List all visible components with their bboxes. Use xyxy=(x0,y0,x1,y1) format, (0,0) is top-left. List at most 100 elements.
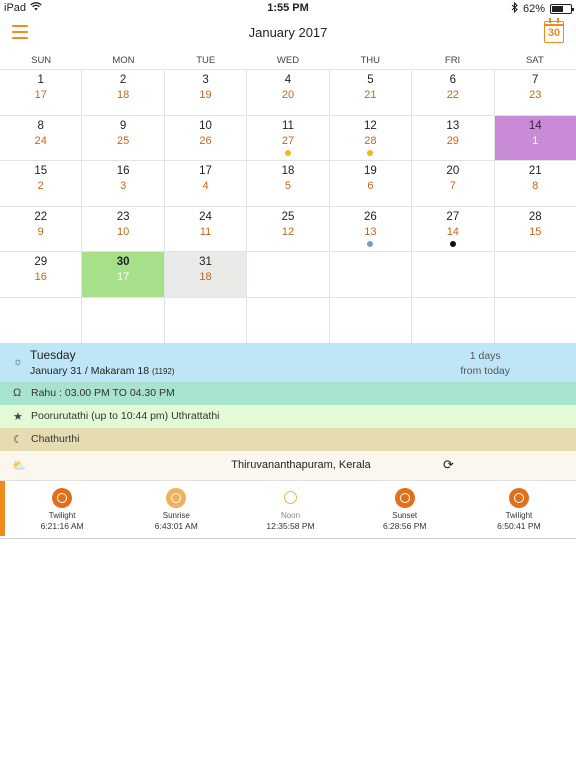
days-from-today: 1 days from today xyxy=(460,349,510,379)
gregorian-date: 10 xyxy=(199,119,212,132)
calendar-day-cell[interactable]: 218 xyxy=(82,70,165,115)
calendar-day-cell[interactable]: 26 13 xyxy=(330,206,413,252)
calendar-day-cell[interactable]: 23 10 xyxy=(82,206,165,252)
location-row[interactable]: ⛅ Thiruvananthapuram, Kerala ⟳ xyxy=(0,451,576,481)
calendar-day-cell[interactable]: 13 29 xyxy=(412,115,495,161)
sun-time-label: Noon xyxy=(280,511,301,520)
calendar-day-cell[interactable]: 19 6 xyxy=(330,161,413,206)
gregorian-date: 23 xyxy=(116,210,130,223)
sun-times-row: Twilight 6:21:16 AM Sunrise 6:43:01 AM Noon 1… xyxy=(0,481,576,539)
calendar-day-cell[interactable]: 8 24 xyxy=(0,115,83,161)
gregorian-date: 2 xyxy=(119,74,127,86)
calendar-day-cell[interactable]: 30 17 xyxy=(82,252,165,297)
weekday-label: SAT xyxy=(525,55,544,66)
calendar-day-cell[interactable]: 14 1 xyxy=(494,115,576,161)
gregorian-date: 7 xyxy=(532,74,539,86)
calendar-day-cell[interactable]: 6 22 xyxy=(412,70,495,115)
battery-percent: 62% xyxy=(522,3,545,15)
malayalam-date: 13 xyxy=(364,225,377,238)
sun-time-item: Noon 12:35:58 PM xyxy=(233,481,347,538)
gregorian-date: 11 xyxy=(282,119,294,132)
calendar-day-cell[interactable]: 9 25 xyxy=(82,115,165,161)
refresh-icon[interactable]: ⟳ xyxy=(443,457,454,473)
rahu-text: Rahu : 03.00 PM TO 04.30 PM xyxy=(31,387,175,399)
sun-icon xyxy=(508,488,529,508)
calendar-day-cell[interactable]: 22 9 xyxy=(0,206,83,252)
moon-icon: ☾ xyxy=(13,434,23,446)
calendar-day-cell[interactable]: 24 11 xyxy=(165,206,248,252)
gregorian-date: 4 xyxy=(284,74,292,86)
rahu-kalam-row: Ω Rahu : 03.00 PM TO 04.30 PM xyxy=(0,382,576,405)
gregorian-date: 15 xyxy=(34,165,48,178)
calendar-empty-cell xyxy=(247,252,330,297)
malayalam-date: 28 xyxy=(364,134,377,147)
sun-icon xyxy=(394,488,415,508)
calendar-day-cell[interactable]: 218 xyxy=(495,161,576,206)
calendar-day-cell[interactable]: 15 2 xyxy=(0,161,83,206)
calendar-week-row: 8 24 9 25 10 26 11 27 12 28 13 29 14 1 xyxy=(0,115,576,162)
sun-time-label: Sunrise xyxy=(162,511,190,520)
calendar-day-cell[interactable]: 27 14 xyxy=(412,206,495,252)
calendar-day-cell[interactable]: 1 17 xyxy=(0,70,83,115)
calendar-day-cell[interactable]: 18 5 xyxy=(247,161,330,206)
tithi-row: ☾ Chathurthi xyxy=(0,428,576,451)
calendar-day-cell[interactable]: 3 19 xyxy=(165,70,248,115)
calendar-icon[interactable]: 30 xyxy=(544,18,564,43)
calendar-day-cell[interactable]: 5 21 xyxy=(330,70,413,115)
calendar-day-cell[interactable]: 20 7 xyxy=(412,161,495,206)
event-dot xyxy=(284,149,291,156)
malayalam-date: 14 xyxy=(446,225,459,238)
gregorian-date: 29 xyxy=(34,256,48,269)
calendar-empty-cell xyxy=(412,297,495,343)
malayalam-date: 15 xyxy=(529,225,542,238)
gregorian-date: 27 xyxy=(446,210,460,223)
day-name: Tuesday xyxy=(30,348,76,362)
calendar-day-cell[interactable]: 25 12 xyxy=(247,206,330,252)
gregorian-date: 24 xyxy=(199,210,212,223)
calendar-day-cell[interactable]: 29 16 xyxy=(0,252,83,297)
battery-icon xyxy=(550,4,574,14)
calendar-day-cell[interactable]: 28 15 xyxy=(495,207,576,252)
calendar-grid: 1 17 2 18 3 19 4 20 5 21 6 22 7 23 8 24 9 25 10 26 11 27 12 28 1… xyxy=(0,69,576,344)
calendar-empty-cell xyxy=(330,252,413,297)
weekday-label: TUE xyxy=(196,55,216,66)
malayalam-date: 29 xyxy=(446,134,459,147)
calendar-day-cell[interactable]: 11 27 xyxy=(247,115,330,161)
malayalam-date: 23 xyxy=(529,89,542,101)
calendar-day-cell[interactable]: 31 18 xyxy=(164,252,248,297)
nav-bar: January 2017 30 xyxy=(0,16,576,50)
malayalam-date: 17 xyxy=(117,271,130,284)
gregorian-date: 31 xyxy=(199,256,212,269)
malayalam-date: 9 xyxy=(37,225,44,238)
sun-icon: ☼ xyxy=(13,356,24,368)
gregorian-date: 28 xyxy=(528,210,542,223)
days-count: 1 days xyxy=(469,350,501,362)
calendar-day-cell[interactable]: 17 4 xyxy=(165,161,248,206)
star-icon: ★ xyxy=(13,411,23,423)
bluetooth-icon xyxy=(511,1,518,16)
sun-time-value: 6:50:41 PM xyxy=(497,521,541,531)
event-dot xyxy=(367,149,374,156)
calendar-empty-cell xyxy=(495,252,576,297)
malayalam-date: 1 xyxy=(532,134,539,147)
gregorian-date: 8 xyxy=(37,119,44,132)
calendar-week-row: 1 17 2 18 3 19 4 20 5 21 6 22 7 23 xyxy=(0,70,576,116)
weekday-label: SUN xyxy=(31,55,52,66)
calendar-day-cell[interactable]: 7 23 xyxy=(495,70,576,115)
calendar-day-cell[interactable]: 4 20 xyxy=(247,70,330,115)
malayalam-date: 10 xyxy=(117,225,130,238)
malayalam-date: 8 xyxy=(532,180,539,193)
malayalam-date: 18 xyxy=(199,271,212,284)
gregorian-date: 3 xyxy=(202,74,209,86)
calendar-day-cell[interactable]: 16 3 xyxy=(82,161,165,206)
calendar-day-cell[interactable]: 10 26 xyxy=(165,115,248,161)
gregorian-date: 20 xyxy=(446,165,460,178)
calendar-empty-cell xyxy=(165,297,248,343)
nakshatra-text: Poorurutathi (up to 10:44 pm) Uthrattath… xyxy=(31,410,220,422)
sun-time-value: 6:43:01 AM xyxy=(154,521,198,531)
sun-icon xyxy=(166,488,187,508)
status-bar: iPad 1:55 PM 62% xyxy=(0,0,576,16)
calendar-day-cell[interactable]: 12 28 xyxy=(330,115,413,161)
gregorian-date: 26 xyxy=(364,210,377,223)
location-name: Thiruvananthapuram, Kerala xyxy=(231,459,371,471)
